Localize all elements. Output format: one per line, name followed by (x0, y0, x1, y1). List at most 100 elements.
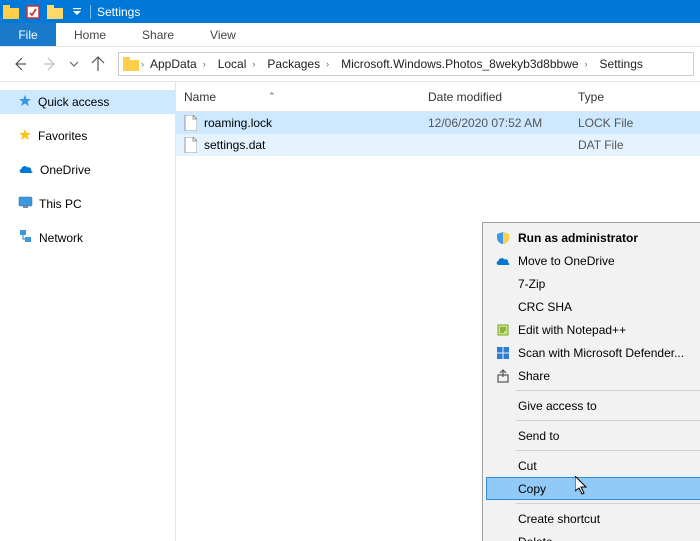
folder-icon[interactable] (0, 1, 22, 23)
ctx-label: Run as administrator (514, 231, 700, 245)
tab-share[interactable]: Share (124, 23, 192, 46)
pc-icon (18, 196, 33, 212)
file-name: settings.dat (204, 138, 265, 152)
sidebar-label: Quick access (38, 95, 109, 109)
ribbon-tabs: File Home Share View (0, 23, 700, 47)
shield-icon (492, 229, 514, 247)
ctx-label: Create shortcut (514, 512, 700, 526)
ctx-label: Cut (514, 459, 700, 473)
column-headers: Name ⌃ Date modified Type (176, 82, 700, 112)
ctx-label: 7-Zip (514, 277, 700, 291)
ctx-label: Copy (514, 482, 700, 496)
ctx-label: Give access to (514, 399, 700, 413)
breadcrumb-item[interactable]: Packages › (261, 57, 335, 71)
file-name: roaming.lock (204, 116, 272, 130)
address-bar[interactable]: › AppData › Local› Packages › Microsoft.Wi… (118, 52, 694, 76)
sidebar-item-this-pc[interactable]: This PC (0, 192, 175, 216)
ctx-run-as-admin[interactable]: Run as administrator (486, 226, 700, 249)
ctx-7zip[interactable]: 7-Zip ❯ (486, 272, 700, 295)
ctx-label: Delete (514, 535, 700, 541)
file-date: 12/06/2020 07:52 AM (428, 116, 578, 130)
breadcrumb-item[interactable]: Microsoft.Windows.Photos_8wekyb3d8bbwe › (335, 57, 593, 71)
sidebar-label: Network (39, 231, 83, 245)
title-bar: Settings (0, 0, 700, 23)
context-menu-separator (516, 420, 700, 421)
cloud-icon (18, 163, 34, 177)
file-icon (182, 137, 198, 153)
up-button[interactable] (84, 50, 112, 78)
sidebar-item-onedrive[interactable]: OneDrive (0, 158, 175, 182)
chevron-right-icon[interactable]: › (252, 59, 255, 69)
ctx-crc-sha[interactable]: CRC SHA ❯ (486, 295, 700, 318)
column-header-name[interactable]: Name ⌃ (182, 90, 428, 104)
ctx-send-to[interactable]: Send to ❯ (486, 424, 700, 447)
navigation-pane: Quick access Favorites OneDrive This PC (0, 82, 176, 541)
defender-icon (492, 344, 514, 362)
ctx-share[interactable]: Share (486, 364, 700, 387)
star-icon (18, 94, 32, 111)
breadcrumb-label: Settings (600, 57, 643, 71)
file-row[interactable]: settings.dat DAT File (176, 134, 700, 156)
ctx-label: Send to (514, 429, 700, 443)
file-row[interactable]: roaming.lock 12/06/2020 07:52 AM LOCK Fi… (176, 112, 700, 134)
column-header-type[interactable]: Type (578, 90, 700, 104)
back-button[interactable] (6, 50, 34, 78)
ctx-give-access-to[interactable]: Give access to ❯ (486, 394, 700, 417)
window-title: Settings (93, 5, 140, 19)
context-menu-separator (516, 450, 700, 451)
column-header-date[interactable]: Date modified (428, 90, 578, 104)
file-explorer-window: Settings File Home Share View › AppData›… (0, 0, 700, 541)
ctx-label: Scan with Microsoft Defender... (514, 346, 700, 360)
ctx-delete[interactable]: Delete (486, 530, 700, 541)
ctx-edit-notepadpp[interactable]: Edit with Notepad++ (486, 318, 700, 341)
context-menu-separator (516, 503, 700, 504)
file-list-pane: Name ⌃ Date modified Type roaming.lock 1… (176, 82, 700, 541)
ctx-create-shortcut[interactable]: Create shortcut (486, 507, 700, 530)
address-folder-icon (121, 54, 141, 74)
breadcrumb-item[interactable]: Settings (594, 57, 649, 71)
sidebar-label: Favorites (38, 129, 87, 143)
sidebar-item-favorites[interactable]: Favorites (0, 124, 175, 148)
network-icon (18, 230, 33, 246)
tab-home[interactable]: Home (56, 23, 124, 46)
recent-locations-button[interactable] (66, 50, 82, 78)
context-menu: Run as administrator Move to OneDrive 7-… (482, 222, 700, 541)
chevron-right-icon[interactable]: › (326, 59, 329, 69)
file-icon (182, 115, 198, 131)
sidebar-label: This PC (39, 197, 82, 211)
ctx-label: Share (514, 369, 700, 383)
titlebar-divider (90, 5, 91, 19)
breadcrumb-label: Packages (267, 57, 320, 71)
quick-access-toolbar (0, 0, 88, 23)
ctx-copy[interactable]: Copy (486, 477, 700, 500)
breadcrumb-item[interactable]: AppData › (144, 57, 212, 71)
forward-button[interactable] (36, 50, 64, 78)
ctx-label: CRC SHA (514, 300, 700, 314)
sidebar-label: OneDrive (40, 163, 91, 177)
cloud-icon (492, 252, 514, 270)
breadcrumb-label: AppData (150, 57, 197, 71)
nav-row: › AppData › Local› Packages › Microsoft.Wi… (0, 47, 700, 81)
notepad-icon (492, 321, 514, 339)
file-type: LOCK File (578, 116, 700, 130)
properties-icon[interactable] (22, 1, 44, 23)
share-icon (492, 367, 514, 385)
sidebar-item-quick-access[interactable]: Quick access (0, 90, 175, 114)
ctx-move-to-onedrive[interactable]: Move to OneDrive (486, 249, 700, 272)
tab-view[interactable]: View (192, 23, 254, 46)
new-folder-icon[interactable] (44, 1, 66, 23)
chevron-right-icon[interactable]: › (585, 59, 588, 69)
tab-file[interactable]: File (0, 23, 56, 46)
sort-ascending-icon: ⌃ (268, 91, 276, 102)
ctx-label: Move to OneDrive (514, 254, 700, 268)
ctx-cut[interactable]: Cut (486, 454, 700, 477)
qat-dropdown-icon[interactable] (66, 1, 88, 23)
body: Quick access Favorites OneDrive This PC (0, 81, 700, 541)
ctx-scan-defender[interactable]: Scan with Microsoft Defender... (486, 341, 700, 364)
context-menu-separator (516, 390, 700, 391)
chevron-right-icon[interactable]: › (203, 59, 206, 69)
breadcrumb-label: Microsoft.Windows.Photos_8wekyb3d8bbwe (341, 57, 578, 71)
breadcrumb-item[interactable]: Local› (212, 57, 262, 71)
column-label: Name (184, 90, 216, 104)
sidebar-item-network[interactable]: Network (0, 226, 175, 250)
